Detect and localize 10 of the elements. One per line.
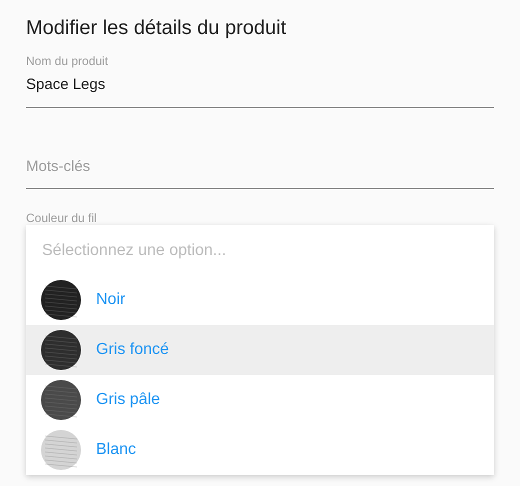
field-label: Couleur du fil xyxy=(26,211,98,225)
dropdown-option[interactable]: Blanc xyxy=(26,425,494,475)
text-field[interactable]: Mots-clés xyxy=(26,146,494,189)
select-placeholder[interactable]: Sélectionnez une option... xyxy=(26,225,494,275)
dropdown-option[interactable]: Noir xyxy=(26,275,494,325)
dialog-title: Modifier les détails du produit xyxy=(26,16,288,41)
field-label: Nom du produit xyxy=(26,54,110,68)
dropdown-option[interactable]: Gris pâle xyxy=(26,375,494,425)
text-field[interactable]: Space Legs xyxy=(26,68,494,108)
dropdown-option[interactable]: Gris foncé xyxy=(26,325,494,375)
